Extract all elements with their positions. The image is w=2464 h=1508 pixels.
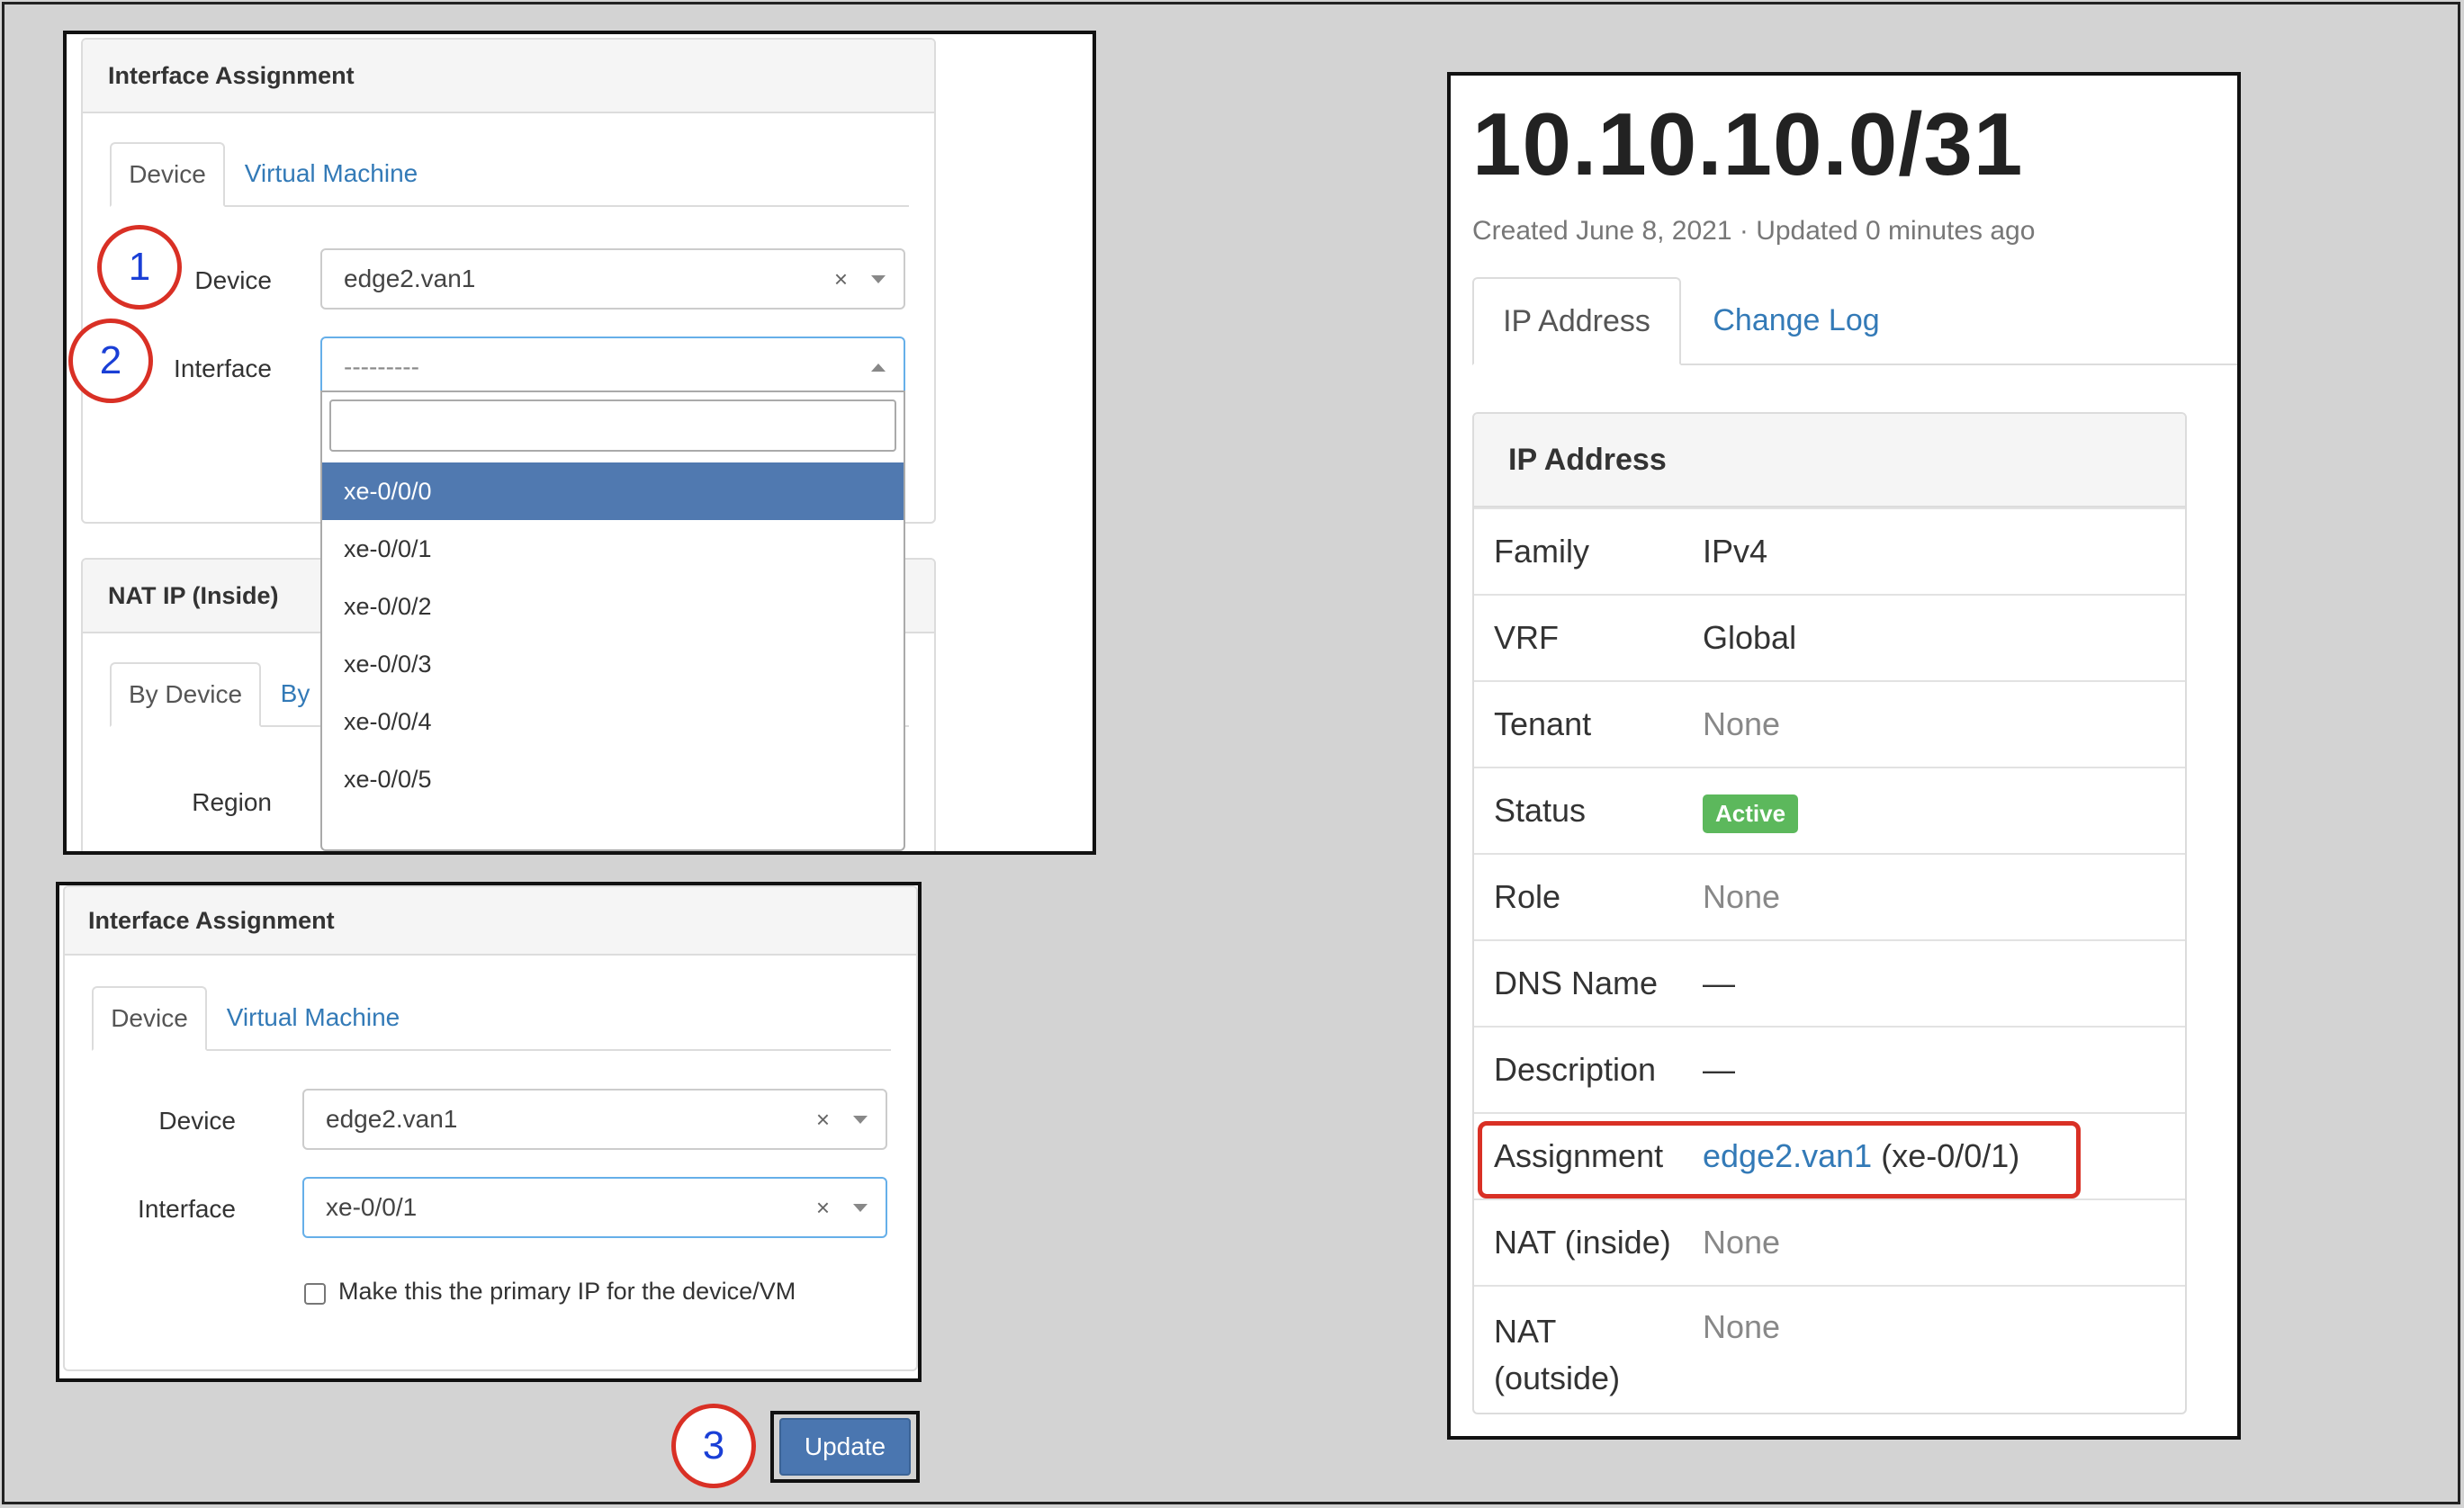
tab-ip-address[interactable]: IP Address xyxy=(1472,277,1681,365)
row-nat-inside: NAT (inside) None xyxy=(1474,1198,2185,1285)
row-key: NAT (inside) xyxy=(1494,1224,1671,1261)
assignment-highlight xyxy=(1478,1121,2081,1198)
clear-icon[interactable]: × xyxy=(834,265,848,293)
dropdown-option[interactable]: xe-0/0/2 xyxy=(322,578,904,635)
assignment-tabs: Device Virtual Machine xyxy=(92,986,891,1051)
row-key: Role xyxy=(1494,878,1561,915)
row-dns-name: DNS Name — xyxy=(1474,939,2185,1026)
screenshot-interface-dropdown: Interface Assignment Device Virtual Mach… xyxy=(63,31,1096,855)
chevron-down-icon xyxy=(871,274,886,283)
dropdown-option[interactable]: xe-0/0/3 xyxy=(322,635,904,693)
row-value: — xyxy=(1703,1051,1735,1088)
tab-by-device[interactable]: By Device xyxy=(110,662,261,727)
tab-device[interactable]: Device xyxy=(92,986,207,1051)
row-value: None xyxy=(1703,1224,1781,1261)
page-title: 10.10.10.0/31 xyxy=(1472,94,2024,193)
interface-select-value: xe-0/0/1 xyxy=(326,1193,418,1221)
interface-select-value: --------- xyxy=(344,353,419,381)
row-vrf: VRF Global xyxy=(1474,594,2185,680)
step-marker-1: 1 xyxy=(97,225,182,310)
row-nat-outside: NAT (outside) None xyxy=(1474,1285,2185,1413)
detail-tabs: IP Address Change Log xyxy=(1472,277,2237,365)
interface-select[interactable]: xe-0/0/1 × xyxy=(302,1177,887,1238)
panel-header: Interface Assignment xyxy=(83,40,934,113)
tab-device[interactable]: Device xyxy=(110,142,225,207)
row-tenant: Tenant None xyxy=(1474,680,2185,767)
dropdown-search-input[interactable] xyxy=(329,399,896,452)
page-meta: Created June 8, 2021 · Updated 0 minutes… xyxy=(1472,216,2036,246)
interface-select[interactable]: --------- xyxy=(320,337,905,398)
dropdown-option[interactable]: xe-0/0/1 xyxy=(322,520,904,578)
row-key: VRF xyxy=(1494,619,1559,656)
status-badge: Active xyxy=(1703,794,1799,833)
assignment-tabs: Device Virtual Machine xyxy=(110,142,909,207)
step-marker-3: 3 xyxy=(671,1404,756,1488)
tab-virtual-machine[interactable]: Virtual Machine xyxy=(214,986,412,1049)
clear-icon[interactable]: × xyxy=(816,1106,830,1134)
row-value: — xyxy=(1703,965,1735,1001)
ip-address-panel: IP Address Family IPv4 VRF Global Tenant… xyxy=(1472,412,2187,1414)
dropdown-option[interactable]: xe-0/0/0 xyxy=(322,462,904,520)
row-key: Description xyxy=(1494,1051,1657,1088)
row-value: None xyxy=(1703,1308,1781,1345)
row-key: NAT (outside) xyxy=(1494,1313,1621,1396)
row-value: None xyxy=(1703,705,1781,742)
ip-panel-header: IP Address xyxy=(1474,414,2185,507)
device-label: Device xyxy=(158,1107,236,1135)
row-key: Tenant xyxy=(1494,705,1592,742)
interface-label: Interface xyxy=(138,1195,236,1223)
primary-ip-checkbox-label: Make this the primary IP for the device/… xyxy=(338,1278,796,1305)
device-select[interactable]: edge2.van1 × xyxy=(320,248,905,310)
row-value: IPv4 xyxy=(1703,533,1768,570)
device-select[interactable]: edge2.van1 × xyxy=(302,1089,887,1150)
tab-virtual-machine[interactable]: Virtual Machine xyxy=(232,142,430,205)
screenshot-ip-detail: 10.10.10.0/31 Created June 8, 2021 · Upd… xyxy=(1447,72,2241,1440)
row-value: Global xyxy=(1703,619,1797,656)
row-family: Family IPv4 xyxy=(1474,507,2185,594)
primary-ip-checkbox[interactable] xyxy=(304,1283,326,1305)
dropdown-option[interactable]: xe-0/0/5 xyxy=(322,750,904,808)
chevron-up-icon xyxy=(871,363,886,372)
interface-dropdown: xe-0/0/0 xe-0/0/1 xe-0/0/2 xe-0/0/3 xe-0… xyxy=(320,390,905,851)
dropdown-option[interactable]: xe-0/0/4 xyxy=(322,693,904,750)
interface-assignment-panel-filled: Interface Assignment Device Virtual Mach… xyxy=(63,885,918,1371)
clear-icon[interactable]: × xyxy=(816,1194,830,1222)
update-button[interactable]: Update xyxy=(779,1418,911,1476)
device-label: Device xyxy=(194,266,272,294)
screenshot-interface-filled: Interface Assignment Device Virtual Mach… xyxy=(56,882,922,1382)
region-label: Region xyxy=(192,788,272,816)
row-status: Status Active xyxy=(1474,767,2185,853)
device-select-value: edge2.van1 xyxy=(326,1105,458,1133)
row-description: Description — xyxy=(1474,1026,2185,1112)
row-key: DNS Name xyxy=(1494,965,1659,1001)
row-value: Active xyxy=(1703,792,1799,833)
row-key: Status xyxy=(1494,792,1587,829)
panel-header: Interface Assignment xyxy=(65,887,916,956)
row-key: Family xyxy=(1494,533,1589,570)
interface-label: Interface xyxy=(174,355,272,382)
row-role: Role None xyxy=(1474,853,2185,939)
device-select-value: edge2.van1 xyxy=(344,265,476,292)
tab-by-other[interactable]: By xyxy=(268,662,322,725)
row-value: None xyxy=(1703,878,1781,915)
chevron-down-icon xyxy=(853,1115,868,1124)
tab-change-log[interactable]: Change Log xyxy=(1688,277,1904,364)
step-marker-2: 2 xyxy=(68,319,153,403)
chevron-down-icon xyxy=(853,1203,868,1212)
